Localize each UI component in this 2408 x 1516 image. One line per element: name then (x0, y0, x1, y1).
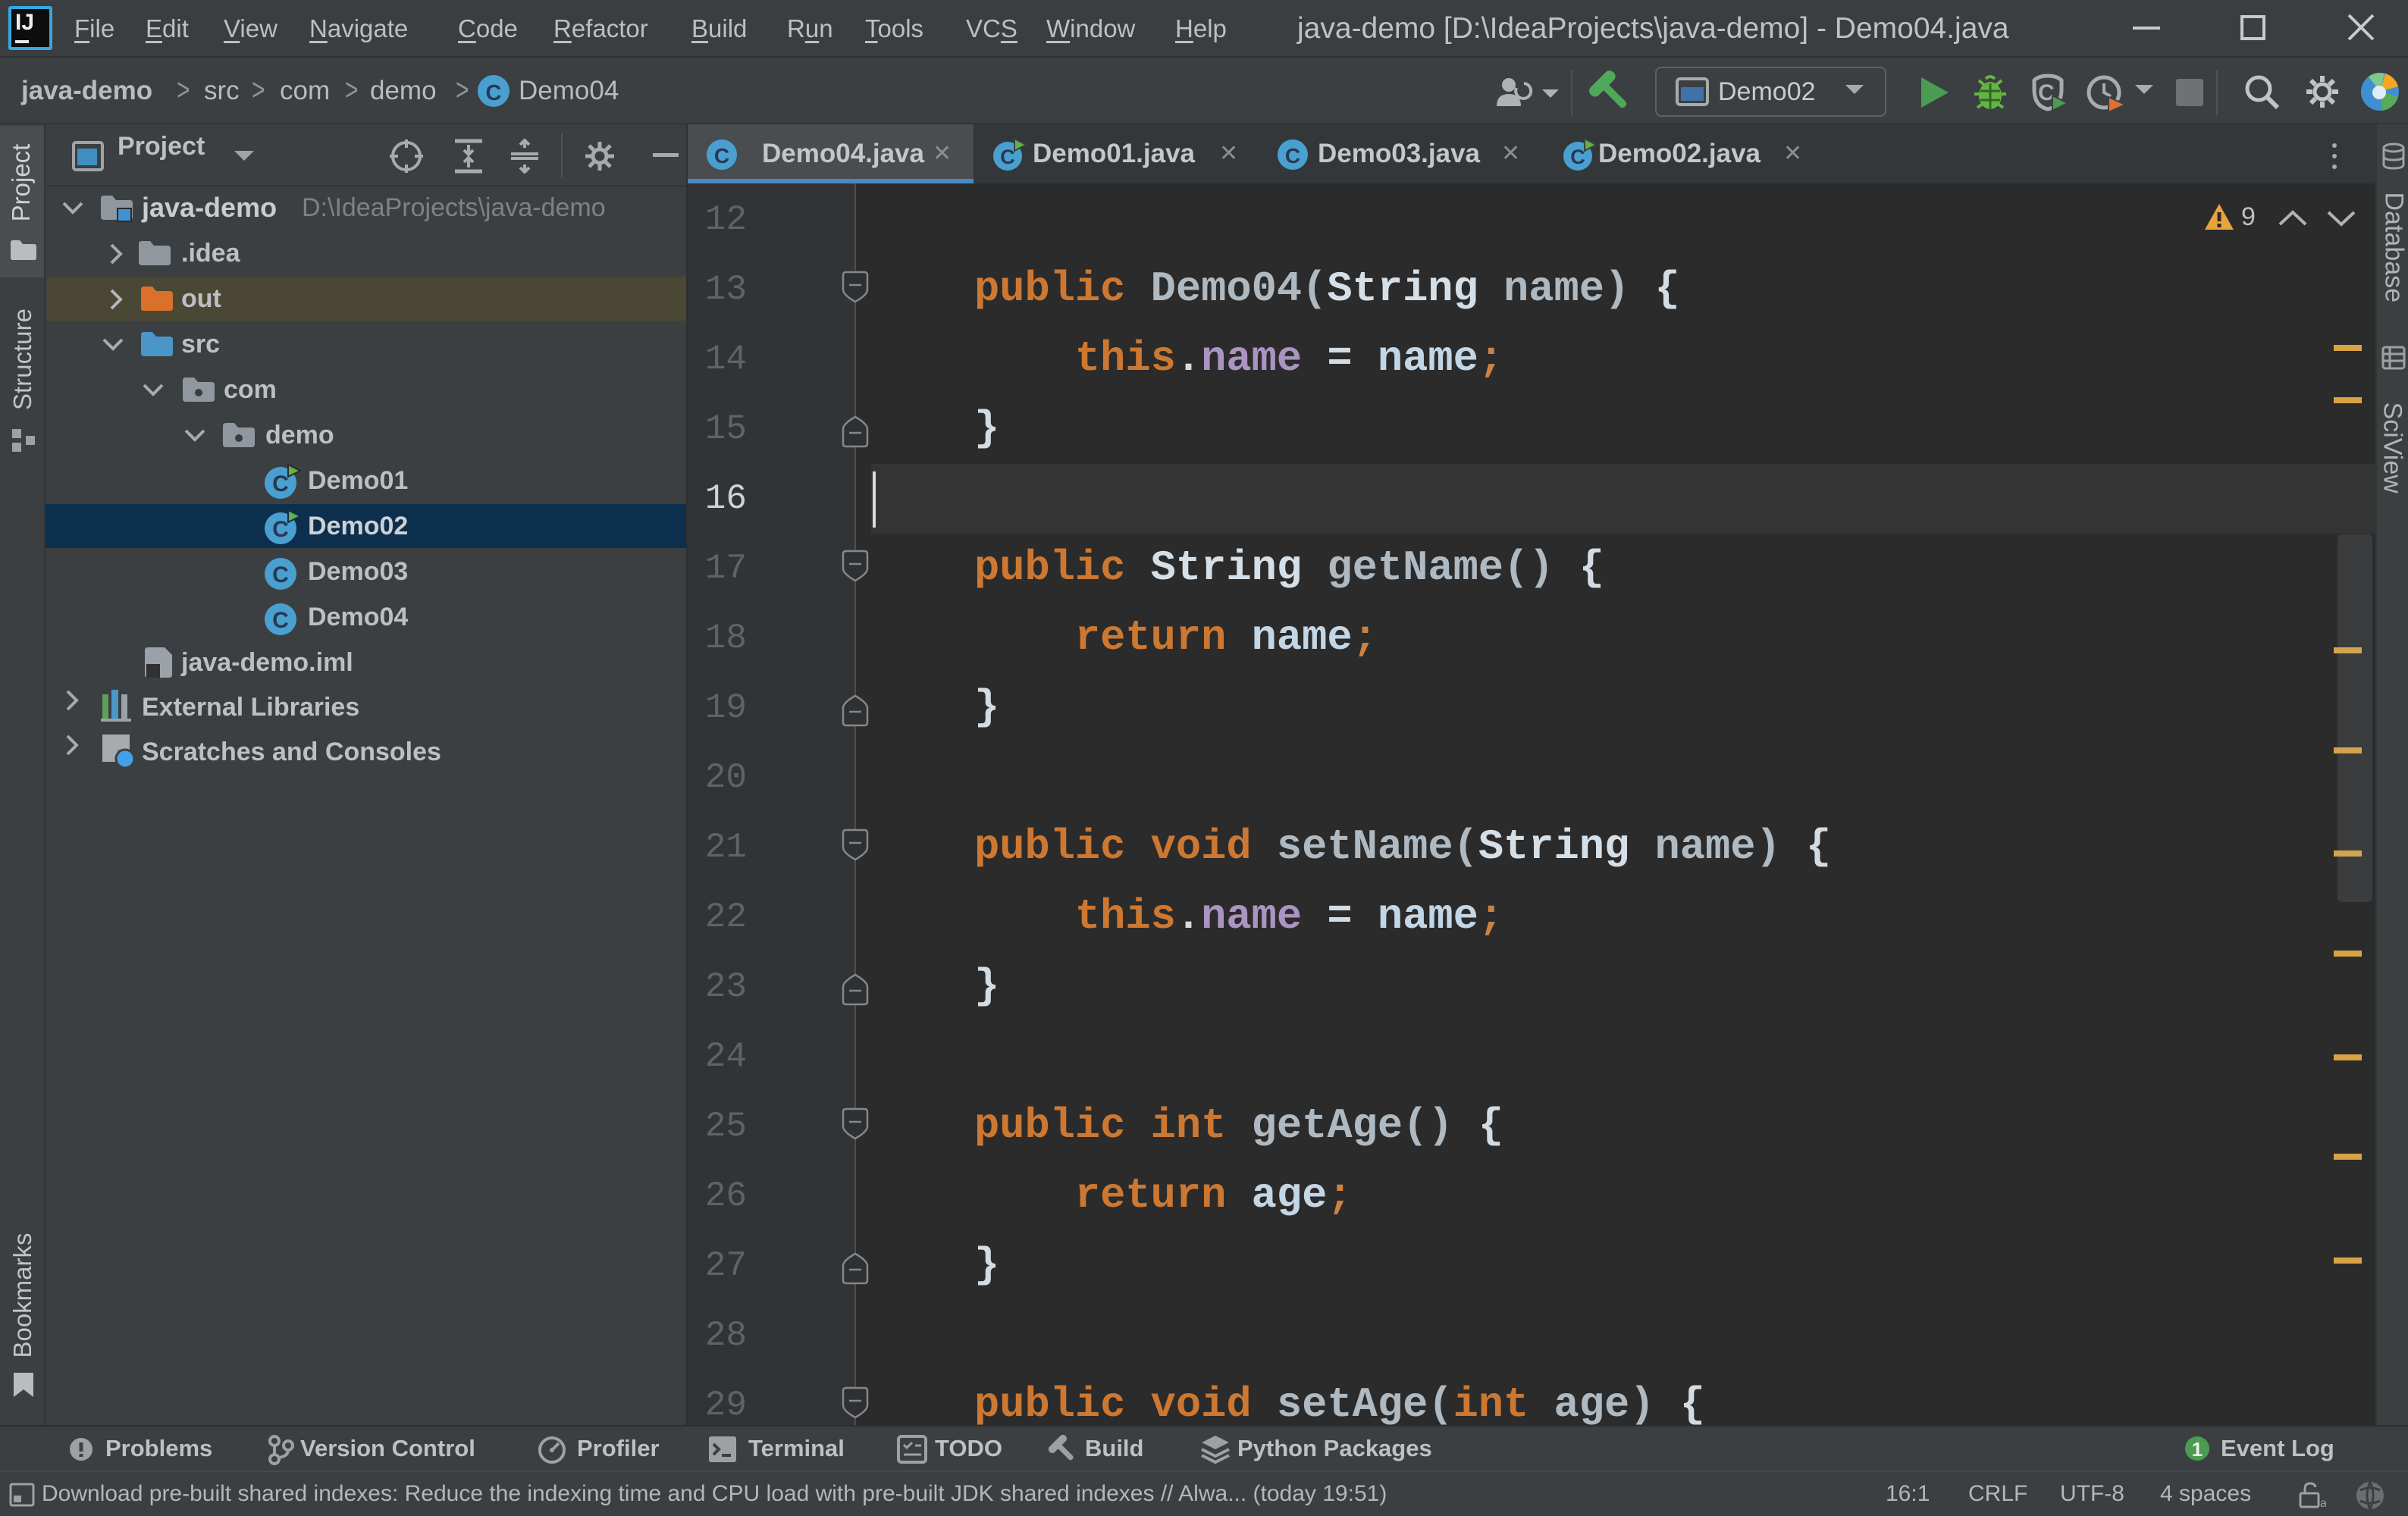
svg-text:C: C (272, 471, 289, 496)
svg-text:C: C (272, 608, 289, 633)
svg-text:C: C (272, 517, 289, 542)
svg-text:1: 1 (2192, 1438, 2203, 1461)
svg-text:C: C (486, 81, 502, 105)
svg-text:C: C (1000, 146, 1015, 168)
svg-text:C: C (1570, 146, 1585, 168)
svg-text:a: a (2320, 1497, 2326, 1510)
svg-text:C: C (714, 144, 729, 168)
svg-text:C: C (272, 562, 289, 587)
svg-text:C: C (1285, 144, 1300, 168)
